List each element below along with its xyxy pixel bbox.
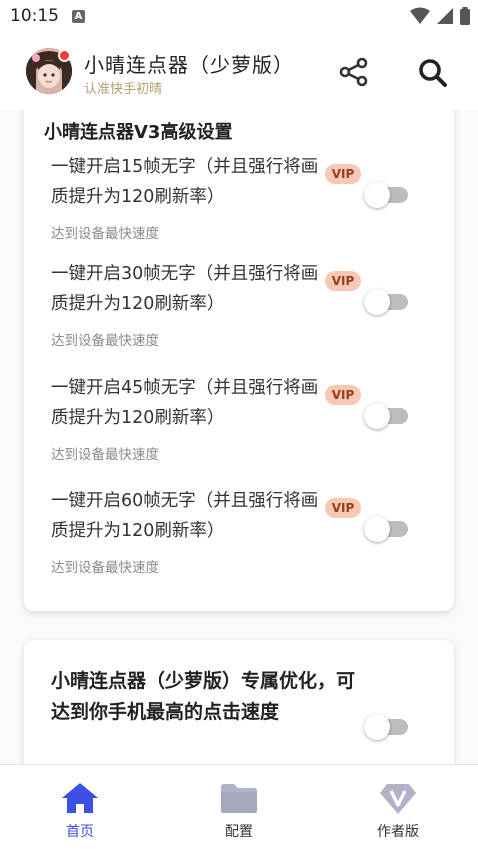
toggle-thumb bbox=[364, 289, 390, 315]
toggle-30fps[interactable] bbox=[364, 287, 412, 315]
nav-label: 首页 bbox=[66, 824, 94, 840]
toggle-thumb bbox=[364, 403, 390, 429]
toggle-45fps[interactable] bbox=[364, 401, 412, 429]
share-icon bbox=[339, 57, 368, 87]
app-subtitle: 认准快手初晴 bbox=[84, 82, 163, 97]
vip-badge: VIP bbox=[325, 385, 361, 405]
optimization-card: 小晴连点器（少萝版）专属优化，可达到你手机最高的点击速度 bbox=[24, 640, 454, 764]
advanced-settings-card: 小晴连点器V3高级设置 一键开启15帧无字（并且强行将画质提升为120刷新率） … bbox=[24, 110, 454, 611]
option-15fps: 一键开启15帧无字（并且强行将画质提升为120刷新率） VIP 达到设备最快速度 bbox=[24, 152, 454, 252]
toggle-thumb bbox=[364, 714, 390, 740]
app-header: 小晴连点器（少萝版） 认准快手初晴 bbox=[0, 34, 478, 110]
toggle-thumb bbox=[364, 516, 390, 542]
option-60fps: 一键开启60帧无字（并且强行将画质提升为120刷新率） VIP 达到设备最快速度 bbox=[24, 486, 454, 586]
nav-author[interactable]: 作者版 bbox=[318, 765, 478, 849]
toggle-optimization[interactable] bbox=[364, 712, 412, 740]
nav-label: 作者版 bbox=[377, 824, 419, 840]
option-label: 一键开启30帧无字（并且强行将画质提升为120刷新率） bbox=[51, 264, 319, 314]
card-title: 小晴连点器V3高级设置 bbox=[44, 122, 233, 143]
search-icon bbox=[419, 59, 447, 87]
option-subtitle: 达到设备最快速度 bbox=[51, 333, 159, 349]
optimization-label: 小晴连点器（少萝版）专属优化，可达到你手机最高的点击速度 bbox=[51, 670, 356, 723]
status-icons bbox=[410, 7, 470, 25]
wifi-icon bbox=[410, 7, 430, 24]
share-button[interactable] bbox=[338, 56, 370, 88]
status-bar: 10:15 A bbox=[0, 0, 478, 34]
toggle-60fps[interactable] bbox=[364, 514, 412, 542]
option-subtitle: 达到设备最快速度 bbox=[51, 226, 159, 242]
signal-icon bbox=[437, 8, 453, 24]
bottom-nav: 首页 配置 作者版 bbox=[0, 764, 478, 849]
option-label: 一键开启60帧无字（并且强行将画质提升为120刷新率） bbox=[51, 491, 319, 541]
vip-badge: VIP bbox=[325, 498, 361, 518]
battery-icon bbox=[460, 7, 470, 25]
app-title: 小晴连点器（少萝版） bbox=[84, 53, 294, 77]
option-subtitle: 达到设备最快速度 bbox=[51, 447, 159, 463]
notification-icon: A bbox=[72, 10, 85, 23]
option-45fps: 一键开启45帧无字（并且强行将画质提升为120刷新率） VIP 达到设备最快速度 bbox=[24, 373, 454, 473]
content-scroll[interactable]: 小晴连点器V3高级设置 一键开启15帧无字（并且强行将画质提升为120刷新率） … bbox=[0, 110, 478, 764]
nav-home[interactable]: 首页 bbox=[0, 765, 160, 849]
status-time: 10:15 bbox=[10, 6, 59, 26]
option-label: 一键开启15帧无字（并且强行将画质提升为120刷新率） bbox=[51, 157, 319, 207]
vip-badge: VIP bbox=[325, 164, 361, 184]
home-icon bbox=[62, 783, 98, 813]
search-button[interactable] bbox=[416, 56, 450, 90]
vip-badge: VIP bbox=[325, 271, 361, 291]
nav-label: 配置 bbox=[225, 824, 253, 840]
nav-config[interactable]: 配置 bbox=[159, 765, 319, 849]
diamond-v-icon bbox=[380, 784, 416, 814]
option-subtitle: 达到设备最快速度 bbox=[51, 560, 159, 576]
toggle-15fps[interactable] bbox=[364, 180, 412, 208]
folder-icon bbox=[221, 784, 257, 813]
option-label: 一键开启45帧无字（并且强行将画质提升为120刷新率） bbox=[51, 378, 319, 428]
toggle-thumb bbox=[364, 182, 390, 208]
notification-dot bbox=[58, 49, 71, 62]
option-30fps: 一键开启30帧无字（并且强行将画质提升为120刷新率） VIP 达到设备最快速度 bbox=[24, 259, 454, 359]
